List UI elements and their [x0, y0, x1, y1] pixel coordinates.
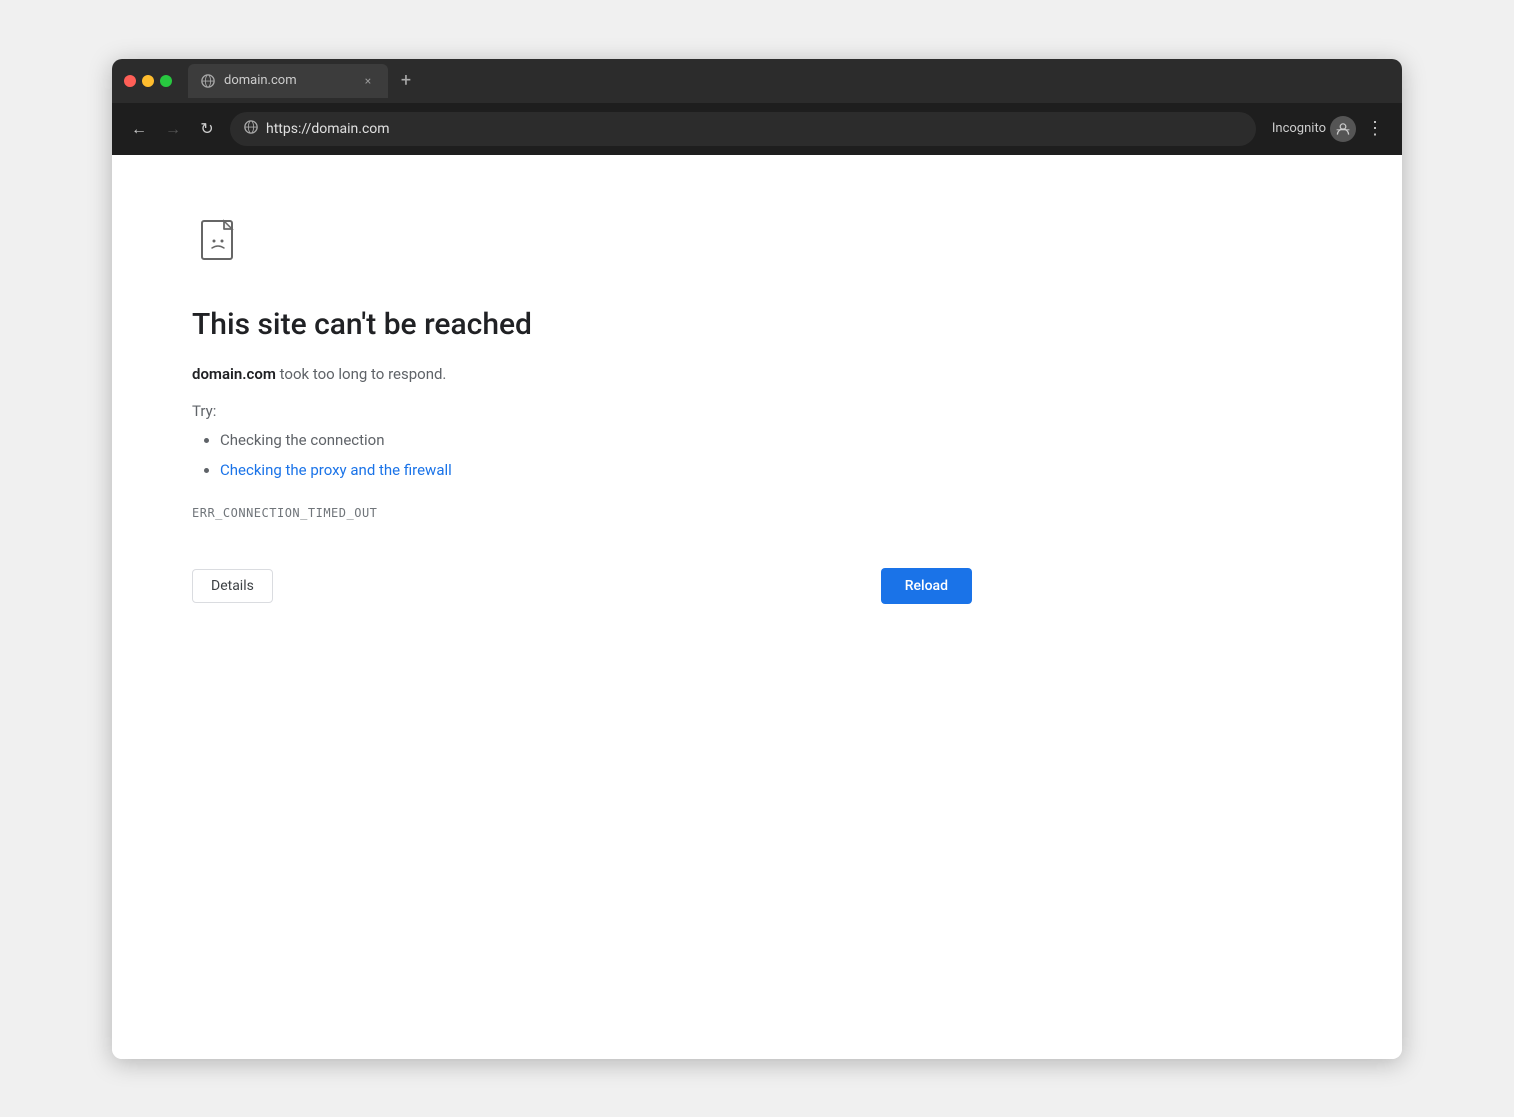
details-button[interactable]: Details — [192, 569, 273, 603]
suggestion-text-1: Checking the connection — [220, 431, 385, 449]
page-content: This site can't be reached domain.com to… — [112, 155, 1402, 1059]
suggestion-item-2: Checking the proxy and the firewall — [220, 458, 972, 482]
error-description-rest: took too long to respond. — [276, 365, 447, 383]
minimize-window-button[interactable] — [142, 75, 154, 87]
reload-button[interactable]: Reload — [881, 568, 972, 604]
close-window-button[interactable] — [124, 75, 136, 87]
error-code: ERR_CONNECTION_TIMED_OUT — [192, 506, 972, 520]
traffic-lights — [124, 75, 172, 87]
button-row: Details Reload — [192, 568, 972, 604]
tab-title: domain.com — [224, 73, 352, 88]
url-bar[interactable]: https://domain.com — [230, 112, 1256, 146]
url-text: https://domain.com — [266, 121, 1242, 137]
tab-close-button[interactable]: × — [360, 73, 376, 89]
error-container: This site can't be reached domain.com to… — [192, 215, 972, 604]
menu-button[interactable]: ⋮ — [1360, 114, 1390, 144]
incognito-label: Incognito — [1272, 121, 1326, 136]
suggestions-list: Checking the connection Checking the pro… — [192, 428, 972, 482]
proxy-firewall-link[interactable]: Checking the proxy and the firewall — [220, 461, 452, 479]
forward-button[interactable]: → — [158, 114, 188, 144]
browser-window: domain.com × + ← → ↻ https://domain.com … — [112, 59, 1402, 1059]
tab-favicon — [200, 73, 216, 89]
error-domain: domain.com — [192, 365, 276, 383]
active-tab[interactable]: domain.com × — [188, 64, 388, 98]
maximize-window-button[interactable] — [160, 75, 172, 87]
error-description: domain.com took too long to respond. — [192, 362, 972, 386]
url-security-icon — [244, 120, 258, 138]
try-label: Try: — [192, 402, 972, 420]
address-bar: ← → ↻ https://domain.com Incognito — [112, 103, 1402, 155]
error-title: This site can't be reached — [192, 307, 972, 342]
title-bar: domain.com × + — [112, 59, 1402, 103]
browser-actions: Incognito ⋮ — [1272, 114, 1390, 144]
error-icon — [192, 215, 972, 275]
nav-buttons: ← → ↻ — [124, 114, 222, 144]
incognito-icon — [1330, 116, 1356, 142]
reload-button[interactable]: ↻ — [192, 114, 222, 144]
back-button[interactable]: ← — [124, 114, 154, 144]
new-tab-button[interactable]: + — [392, 67, 420, 95]
suggestion-item-1: Checking the connection — [220, 428, 972, 452]
tab-bar: domain.com × + — [188, 64, 1390, 98]
